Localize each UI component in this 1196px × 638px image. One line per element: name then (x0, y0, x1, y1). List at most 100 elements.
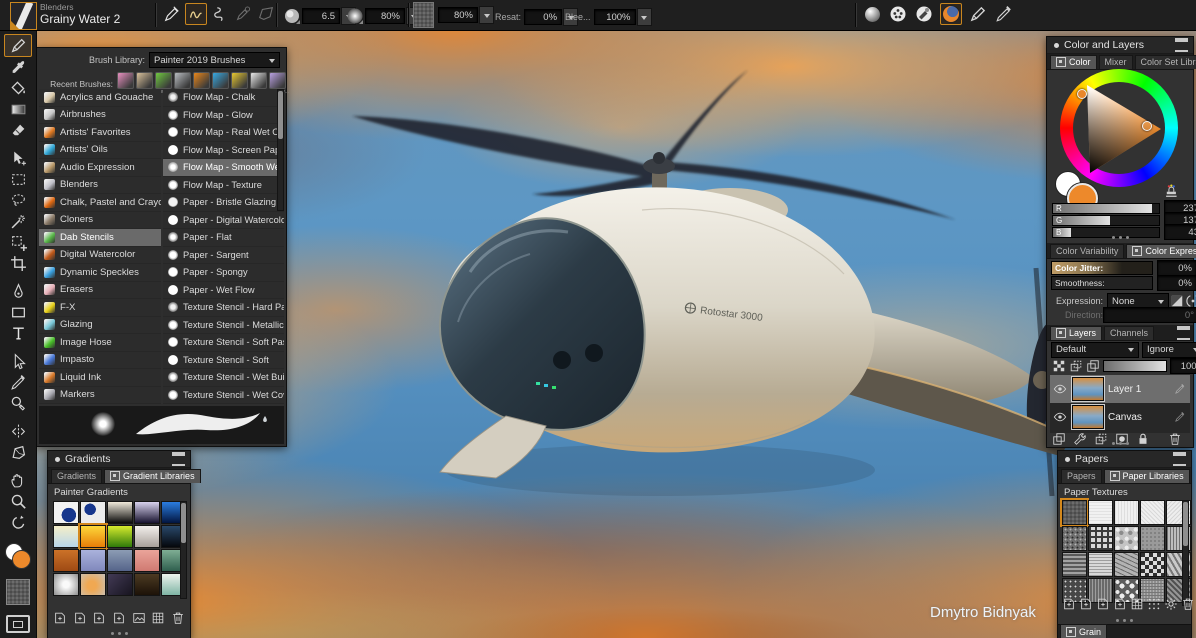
r-slider[interactable]: R (1052, 203, 1160, 214)
tab-color-variability[interactable]: Color Variability (1050, 244, 1124, 258)
bleed-input[interactable]: 100% (594, 9, 636, 25)
color-jitter-value[interactable]: 0% (1157, 260, 1196, 276)
brush-tool-icon[interactable] (162, 4, 182, 24)
panel-menu-icon[interactable] (1173, 452, 1186, 466)
paint-bucket-tool[interactable] (5, 78, 31, 99)
triangle-marker[interactable] (1142, 121, 1152, 131)
tab-layers[interactable]: Layers (1050, 326, 1102, 340)
gradient-swatch[interactable] (134, 549, 160, 572)
gradient-swatch[interactable] (80, 573, 106, 596)
mixer-pad-icon[interactable] (914, 4, 934, 24)
grabber-tool[interactable] (5, 470, 31, 491)
rectangular-selection-tool[interactable] (5, 169, 31, 190)
sat-value-triangle[interactable] (1060, 69, 1178, 187)
paper-texture-rough-horizontal[interactable] (1062, 552, 1087, 577)
straight-line-strokes-icon[interactable] (210, 4, 230, 24)
tab-gradients[interactable]: Gradients (51, 469, 102, 483)
brush-category-cloners[interactable]: Cloners (39, 212, 161, 230)
layer-visibility-eye-icon[interactable] (1052, 381, 1068, 397)
hue-ring-marker[interactable] (1077, 89, 1087, 99)
brush-variant-paper-flat[interactable]: Paper - Flat (163, 229, 284, 247)
brush-variant-paper-spongy[interactable]: Paper - Spongy (163, 264, 284, 282)
paper-scrollbar[interactable] (1182, 500, 1189, 606)
brush-variant-paper-bristle-glazing[interactable]: Paper - Bristle Glazing (163, 194, 284, 212)
gradient-swatch[interactable] (134, 573, 160, 596)
crop-tool[interactable] (5, 253, 31, 274)
export-library-icon[interactable] (111, 610, 127, 626)
g-slider[interactable]: G (1052, 215, 1160, 226)
brush-tool[interactable] (4, 34, 32, 57)
tab-color-set-libraries[interactable]: Color Set Libraries (1135, 55, 1196, 69)
layer-opacity-slider[interactable] (1103, 360, 1167, 372)
color-sphere-icon[interactable] (862, 4, 882, 24)
gradient-swatch[interactable] (53, 501, 79, 524)
brush-category-liquid-ink[interactable]: Liquid Ink (39, 369, 161, 387)
bleed-dropdown[interactable] (637, 8, 652, 26)
gradient-swatch[interactable] (80, 501, 106, 524)
gradient-swatch[interactable] (107, 525, 133, 548)
grain-input[interactable]: 80% (438, 7, 478, 23)
shape-selection-tool[interactable] (5, 351, 31, 372)
paper-texture-crackle[interactable] (1114, 526, 1139, 551)
brush-category-dynamic-speckles[interactable]: Dynamic Speckles (39, 264, 161, 282)
main-color-swatches[interactable] (5, 543, 31, 569)
opacity-input[interactable]: 80% (365, 8, 405, 24)
brush-variant-texture-stencil-wet-cover[interactable]: Texture Stencil - Wet Cover (163, 387, 284, 405)
tab-channels[interactable]: Channels (1104, 326, 1154, 340)
clone-color-icon[interactable] (233, 4, 253, 24)
gradient-fill-icon[interactable] (940, 3, 962, 25)
paper-texture-coarse-grain[interactable] (1062, 500, 1087, 525)
smoothness-value[interactable]: 0% (1157, 275, 1196, 291)
layer-visibility-eye-icon[interactable] (1052, 409, 1068, 425)
layer-row-layer-1[interactable]: Layer 1 (1050, 375, 1190, 403)
selection-adjuster-tool[interactable] (5, 232, 31, 253)
scissors-tool[interactable] (5, 372, 31, 393)
tab-papers[interactable]: Papers (1061, 469, 1102, 483)
variant-scrollbar[interactable] (277, 89, 284, 211)
export-library-icon[interactable] (1113, 596, 1127, 612)
composite-depth-dropdown[interactable]: Ignore (1142, 342, 1196, 358)
gradient-swatch[interactable] (53, 525, 79, 548)
kaleidoscope-tool[interactable] (5, 442, 31, 463)
resat-input[interactable]: 0% (524, 9, 562, 25)
brush-category-impasto[interactable]: Impasto (39, 352, 161, 370)
delete-paper-icon[interactable] (1181, 596, 1195, 612)
layer-adjuster-tool[interactable] (5, 148, 31, 169)
brush-variant-paper-wet-flow[interactable]: Paper - Wet Flow (163, 282, 284, 300)
capture-gradient-icon[interactable] (131, 610, 147, 626)
rectangular-shape-tool[interactable] (5, 302, 31, 323)
panel-collapse-dot[interactable] (1065, 457, 1070, 462)
brush-variant-paper-digital-watercolor-par[interactable]: Paper - Digital Watercolor Par (163, 212, 284, 230)
brush-variant-texture-stencil-metallic[interactable]: Texture Stencil - Metallic (163, 317, 284, 335)
freehand-strokes-icon[interactable] (185, 3, 207, 25)
tab-color[interactable]: Color (1050, 55, 1097, 69)
tab-paper-libraries[interactable]: Paper Libraries (1104, 469, 1190, 483)
lasso-tool[interactable] (5, 190, 31, 211)
brush-category-audio-expression[interactable]: Audio Expression (39, 159, 161, 177)
tab-color-expression[interactable]: Color Expression (1126, 244, 1196, 258)
gradient-swatch[interactable] (80, 549, 106, 572)
paper-settings-icon[interactable] (1164, 596, 1178, 612)
perspective-guides-icon[interactable] (256, 4, 276, 24)
brush-calibration-icon[interactable] (994, 4, 1014, 24)
panel-resize-dots[interactable] (48, 632, 190, 635)
paper-texture-smooth-light[interactable] (1088, 500, 1113, 525)
panel-collapse-dot[interactable] (55, 457, 60, 462)
magnifier-tool[interactable] (5, 491, 31, 512)
brush-category-f-x[interactable]: F-X (39, 299, 161, 317)
brush-category-erasers[interactable]: Erasers (39, 282, 161, 300)
composite-method-dropdown[interactable]: Default (1051, 342, 1139, 358)
capture-paper-icon[interactable] (1130, 596, 1144, 612)
export-gradient-icon[interactable] (72, 610, 88, 626)
paper-texture-fine-light[interactable] (1114, 500, 1139, 525)
brush-category-digital-watercolor[interactable]: Digital Watercolor (39, 247, 161, 265)
paper-texture-scratches[interactable] (1114, 552, 1139, 577)
brush-variant-flow-map-glow[interactable]: Flow Map - Glow (163, 107, 284, 125)
brush-category-dab-stencils[interactable]: Dab Stencils (39, 229, 161, 247)
import-library-icon[interactable] (91, 610, 107, 626)
gradient-swatch[interactable] (80, 525, 106, 548)
import-gradient-icon[interactable] (52, 610, 68, 626)
simple-brush-icon[interactable] (968, 4, 988, 24)
brush-variant-flow-map-screen-paper[interactable]: Flow Map - Screen Paper (163, 142, 284, 160)
brush-variant-texture-stencil-hard-pastel[interactable]: Texture Stencil - Hard Pastel (163, 299, 284, 317)
